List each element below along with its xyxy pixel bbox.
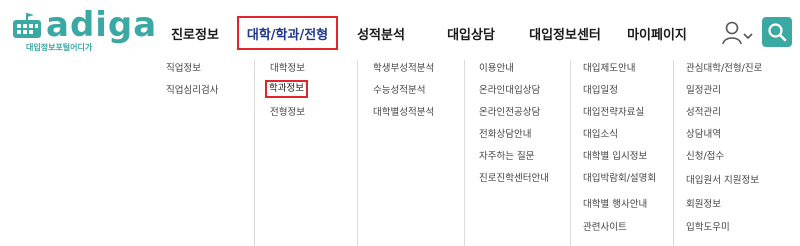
search-button[interactable]: [762, 17, 792, 47]
submenu-grade-analysis: 학생부성적분석 수능성적분석 대학별성적분석: [357, 60, 457, 246]
search-icon: [768, 23, 787, 42]
sub-strategy-archive[interactable]: 대입전략자료실: [583, 107, 644, 119]
sub-related-sites[interactable]: 관련사이트: [583, 222, 627, 234]
sub-job-info[interactable]: 직업정보: [166, 63, 201, 75]
submenu-panel: 직업정보 직업심리검사 대학정보 학과정보 전형정보 학생부성적분석 수능성적분…: [0, 60, 800, 246]
sub-university-info[interactable]: 대학정보: [270, 63, 305, 75]
logo-tagline: 대입정보포털어디가: [26, 43, 93, 52]
submenu-counseling: 이용안내 온라인대입상담 온라인전공상담 전화상담안내 자주하는 질문 진로진학…: [464, 60, 569, 246]
sub-online-major-counseling[interactable]: 온라인전공상담: [479, 107, 540, 119]
sub-university-admission-info[interactable]: 대학별 입시정보: [583, 151, 647, 163]
sub-admission-system-guide[interactable]: 대입제도안내: [583, 63, 635, 75]
sub-major-info[interactable]: 학과정보: [265, 80, 308, 98]
sub-application-registration[interactable]: 신청/접수: [686, 151, 724, 163]
chevron-down-icon: [743, 33, 753, 40]
sub-fair-briefing[interactable]: 대입박람회/설명회: [583, 173, 656, 185]
sub-member-info[interactable]: 회원정보: [686, 199, 721, 211]
sub-faq[interactable]: 자주하는 질문: [479, 151, 534, 163]
sub-university-event-guide[interactable]: 대학별 행사안내: [583, 199, 647, 211]
sub-grade-management[interactable]: 성적관리: [686, 107, 721, 119]
sub-phone-counseling-guide[interactable]: 전화상담안내: [479, 129, 531, 141]
sub-job-aptitude-test[interactable]: 직업심리검사: [166, 85, 218, 97]
nav-university-major-admission[interactable]: 대학/학과/전형: [237, 16, 338, 50]
sub-interests[interactable]: 관심대학/전형/진로: [686, 63, 762, 75]
nav-admission-info-center[interactable]: 대입정보센터: [520, 16, 610, 50]
sub-admission-news[interactable]: 대입소식: [583, 129, 618, 141]
sub-csat-analysis[interactable]: 수능성적분석: [373, 85, 425, 97]
adiga-logo[interactable]: adiga 대입정보포털어디가: [10, 8, 160, 52]
logo-building-icon: [13, 13, 41, 38]
sub-schedule-management[interactable]: 일정관리: [686, 85, 721, 97]
submenu-career-info: 직업정보 직업심리검사: [150, 60, 250, 246]
user-icon[interactable]: [722, 20, 754, 46]
nav-grade-analysis[interactable]: 성적분석: [346, 16, 416, 50]
sub-admission-type-info[interactable]: 전형정보: [270, 107, 305, 119]
nav-admission-counseling[interactable]: 대입상담: [436, 16, 506, 50]
nav-career-info[interactable]: 진로정보: [160, 16, 230, 50]
sub-admission-schedule[interactable]: 대입일정: [583, 85, 618, 97]
sub-admission-helper[interactable]: 입학도우미: [686, 222, 730, 234]
nav-my-page[interactable]: 마이페이지: [620, 16, 694, 50]
sub-online-admission-counseling[interactable]: 온라인대입상담: [479, 85, 540, 97]
submenu-my-page: 관심대학/전형/진로 일정관리 성적관리 상담내역 신청/접수 대입원서 지원정…: [673, 60, 800, 246]
sub-career-center-guide[interactable]: 진로진학센터안내: [479, 173, 549, 185]
sub-usage-guide[interactable]: 이용안내: [479, 63, 514, 75]
header: adiga 대입정보포털어디가 진로정보 대학/학과/전형 성적분석 대입상담 …: [0, 0, 800, 62]
sub-application-support-info[interactable]: 대입원서 지원정보: [686, 175, 759, 187]
sub-counseling-history[interactable]: 상담내역: [686, 129, 721, 141]
sub-school-record-analysis[interactable]: 학생부성적분석: [373, 63, 434, 75]
sub-university-grade-analysis[interactable]: 대학별성적분석: [373, 107, 434, 119]
submenu-info-center: 대입제도안내 대입일정 대입전략자료실 대입소식 대학별 입시정보 대입박람회/…: [570, 60, 670, 246]
logo-wordmark: adiga: [46, 5, 158, 45]
submenu-university: 대학정보 학과정보 전형정보: [254, 60, 348, 246]
